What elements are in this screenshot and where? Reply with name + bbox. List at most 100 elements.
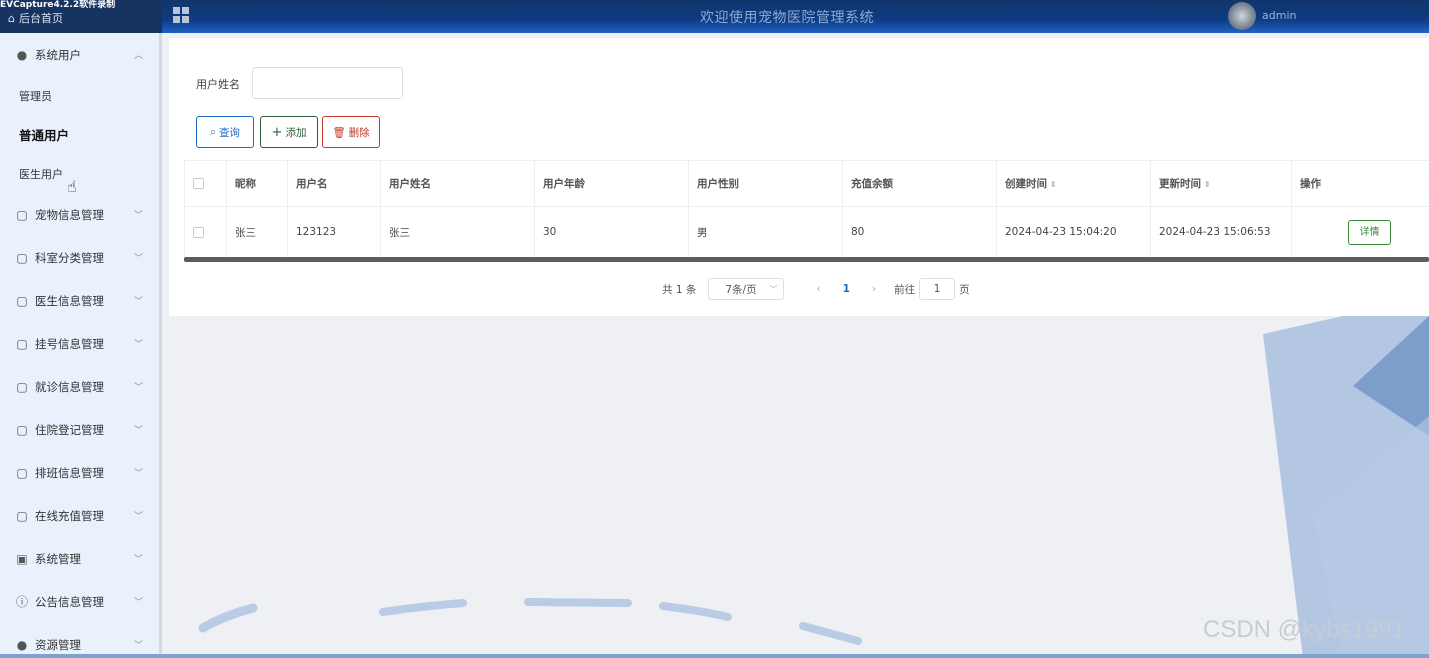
sidebar-item-recharge[interactable]: ▢ 在线充值管理 ﹀ bbox=[0, 494, 159, 537]
sidebar-item-label: 科室分类管理 bbox=[35, 250, 104, 265]
cell-age: 30 bbox=[534, 206, 689, 258]
sidebar-item-schedule[interactable]: ▢ 排班信息管理 ﹀ bbox=[0, 451, 159, 494]
chevron-down-icon: ﹀ bbox=[133, 383, 143, 393]
search-input[interactable] bbox=[252, 67, 403, 99]
sidebar-item-label: 资源管理 bbox=[35, 637, 81, 652]
cell-updated: 2024-04-23 15:06:53 bbox=[1150, 206, 1292, 258]
chevron-up-icon: ︿ bbox=[133, 51, 143, 61]
select-all-checkbox[interactable] bbox=[184, 160, 227, 207]
menu-toggle-icon[interactable] bbox=[173, 7, 189, 23]
sort-icon[interactable]: ⇕ bbox=[1050, 180, 1057, 189]
folder-icon: ▢ bbox=[16, 250, 28, 265]
sidebar-item-label: 系统用户 bbox=[35, 47, 81, 62]
main-panel: 用户姓名 ⌕ 查询 + 添加 🗑 删除 昵称 用户名 用户姓名 用户年龄 用户性… bbox=[169, 38, 1429, 316]
user-icon: ● bbox=[16, 47, 28, 62]
folder-icon: ▢ bbox=[16, 465, 28, 480]
delete-button[interactable]: 🗑 删除 bbox=[322, 116, 380, 148]
goto-prefix: 前往 bbox=[894, 283, 916, 296]
sidebar-item-label: 系统管理 bbox=[35, 551, 81, 566]
sidebar-item-notice[interactable]: ⓘ 公告信息管理 ﹀ bbox=[0, 580, 159, 623]
user-name[interactable]: admin bbox=[1262, 9, 1296, 22]
hand-cursor-icon: ☝ bbox=[67, 177, 77, 196]
sidebar-subitem-admin[interactable]: 管理员 bbox=[0, 76, 159, 115]
sidebar-item-system[interactable]: ▣ 系统管理 ﹀ bbox=[0, 537, 159, 580]
detail-button[interactable]: 详情 bbox=[1348, 219, 1391, 245]
background-decoration bbox=[163, 316, 1429, 658]
system-title: 欢迎使用宠物医院管理系统 bbox=[700, 10, 874, 26]
sidebar-item-pet-info[interactable]: ▢ 宠物信息管理 ﹀ bbox=[0, 193, 159, 236]
folder-icon: ▢ bbox=[16, 508, 28, 523]
goto-page-input[interactable]: 1 bbox=[919, 278, 956, 300]
folder-icon: ▢ bbox=[16, 422, 28, 437]
top-bar: ⌂ 后台首页 EVCapture4.2.2软件录制 欢迎使用宠物医院管理系统 a… bbox=[0, 0, 1429, 33]
column-header-label: 更新时间 bbox=[1159, 178, 1201, 190]
sort-icon[interactable]: ⇕ bbox=[1204, 180, 1211, 189]
sidebar-item-resource[interactable]: ● 资源管理 ﹀ bbox=[0, 623, 159, 658]
sidebar-item-system-users[interactable]: ● 系统用户 ︿ bbox=[0, 33, 159, 76]
sidebar-item-label: 挂号信息管理 bbox=[35, 336, 104, 351]
user-table: 昵称 用户名 用户姓名 用户年龄 用户性别 充值余额 创建时间 ⇕ 更新时间 ⇕ 操… bbox=[184, 160, 1429, 258]
chevron-down-icon: ﹀ bbox=[133, 598, 143, 608]
column-header: 昵称 bbox=[226, 160, 288, 207]
column-header: 充值余额 bbox=[842, 160, 997, 207]
recorder-watermark: EVCapture4.2.2软件录制 bbox=[0, 0, 116, 10]
chevron-down-icon: ﹀ bbox=[133, 641, 143, 651]
search-label: 用户姓名 bbox=[196, 78, 240, 91]
column-header-sortable[interactable]: 更新时间 ⇕ bbox=[1150, 160, 1292, 207]
add-button[interactable]: + 添加 bbox=[260, 116, 318, 148]
chevron-down-icon: ﹀ bbox=[133, 297, 143, 307]
cell-nickname: 张三 bbox=[226, 206, 288, 258]
next-page-icon[interactable]: › bbox=[872, 283, 876, 295]
sidebar-item-label: 住院登记管理 bbox=[35, 422, 104, 437]
cell-username: 123123 bbox=[287, 206, 381, 258]
folder-icon: ▢ bbox=[16, 336, 28, 351]
sidebar-item-visit[interactable]: ▢ 就诊信息管理 ﹀ bbox=[0, 365, 159, 408]
cell-realname: 张三 bbox=[380, 206, 535, 258]
chevron-down-icon: ﹀ bbox=[769, 284, 778, 294]
column-header: 用户名 bbox=[287, 160, 381, 207]
chevron-down-icon: ﹀ bbox=[133, 254, 143, 264]
picture-icon: ▣ bbox=[16, 551, 28, 566]
sidebar-subitem-normal-user[interactable]: 普通用户 bbox=[0, 115, 159, 154]
footer-line bbox=[0, 654, 1429, 658]
page-number-current[interactable]: 1 bbox=[843, 283, 850, 295]
folder-icon: ▢ bbox=[16, 379, 28, 394]
column-header: 用户性别 bbox=[688, 160, 843, 207]
goto-suffix: 页 bbox=[959, 283, 970, 296]
column-header: 用户年龄 bbox=[534, 160, 689, 207]
search-icon: ⌕ bbox=[210, 125, 216, 138]
info-icon: ⓘ bbox=[15, 595, 28, 609]
table-row: 张三 123123 张三 30 男 80 2024-04-23 15:04:20… bbox=[184, 206, 1429, 258]
sidebar-item-label: 排班信息管理 bbox=[35, 465, 104, 480]
pagination: 共 1 条 7条/页 ﹀ ‹ 1 › 前往 1 页 bbox=[662, 278, 970, 300]
page-size-select[interactable]: 7条/页 ﹀ bbox=[708, 278, 785, 300]
chevron-down-icon: ﹀ bbox=[133, 512, 143, 522]
column-header-sortable[interactable]: 创建时间 ⇕ bbox=[996, 160, 1151, 207]
sidebar-item-registration[interactable]: ▢ 挂号信息管理 ﹀ bbox=[0, 322, 159, 365]
add-button-label: 添加 bbox=[285, 126, 307, 139]
prev-page-icon[interactable]: ‹ bbox=[816, 283, 820, 295]
avatar[interactable] bbox=[1228, 2, 1256, 30]
trash-icon: 🗑 bbox=[332, 126, 346, 139]
sidebar-item-doctor-info[interactable]: ▢ 医生信息管理 ﹀ bbox=[0, 279, 159, 322]
cell-gender: 男 bbox=[688, 206, 843, 258]
home-link-label: 后台首页 bbox=[18, 12, 63, 25]
plus-icon: + bbox=[271, 124, 283, 140]
delete-button-label: 删除 bbox=[348, 126, 370, 139]
home-link[interactable]: ⌂ 后台首页 bbox=[8, 10, 63, 26]
csdn-watermark: CSDN @kybs1991 bbox=[1203, 616, 1405, 643]
horizontal-scrollbar[interactable] bbox=[184, 257, 1429, 262]
row-checkbox[interactable] bbox=[184, 206, 227, 258]
sidebar-subitem-doctor-user[interactable]: 医生用户 bbox=[0, 154, 159, 193]
cell-created: 2024-04-23 15:04:20 bbox=[996, 206, 1151, 258]
query-button[interactable]: ⌕ 查询 bbox=[196, 116, 254, 148]
column-header-label: 创建时间 bbox=[1005, 178, 1047, 190]
sidebar-item-label: 在线充值管理 bbox=[35, 508, 104, 523]
table-header-row: 昵称 用户名 用户姓名 用户年龄 用户性别 充值余额 创建时间 ⇕ 更新时间 ⇕ 操… bbox=[184, 160, 1429, 207]
sidebar-item-hospitalization[interactable]: ▢ 住院登记管理 ﹀ bbox=[0, 408, 159, 451]
column-header: 操作 bbox=[1291, 160, 1429, 207]
pagination-total: 共 1 条 bbox=[662, 283, 697, 296]
sidebar: ● 系统用户 ︿ 管理员 普通用户 医生用户 ▢ 宠物信息管理 ﹀ ▢ 科室分类… bbox=[0, 33, 162, 658]
location-icon: ● bbox=[16, 637, 28, 652]
sidebar-item-department[interactable]: ▢ 科室分类管理 ﹀ bbox=[0, 236, 159, 279]
